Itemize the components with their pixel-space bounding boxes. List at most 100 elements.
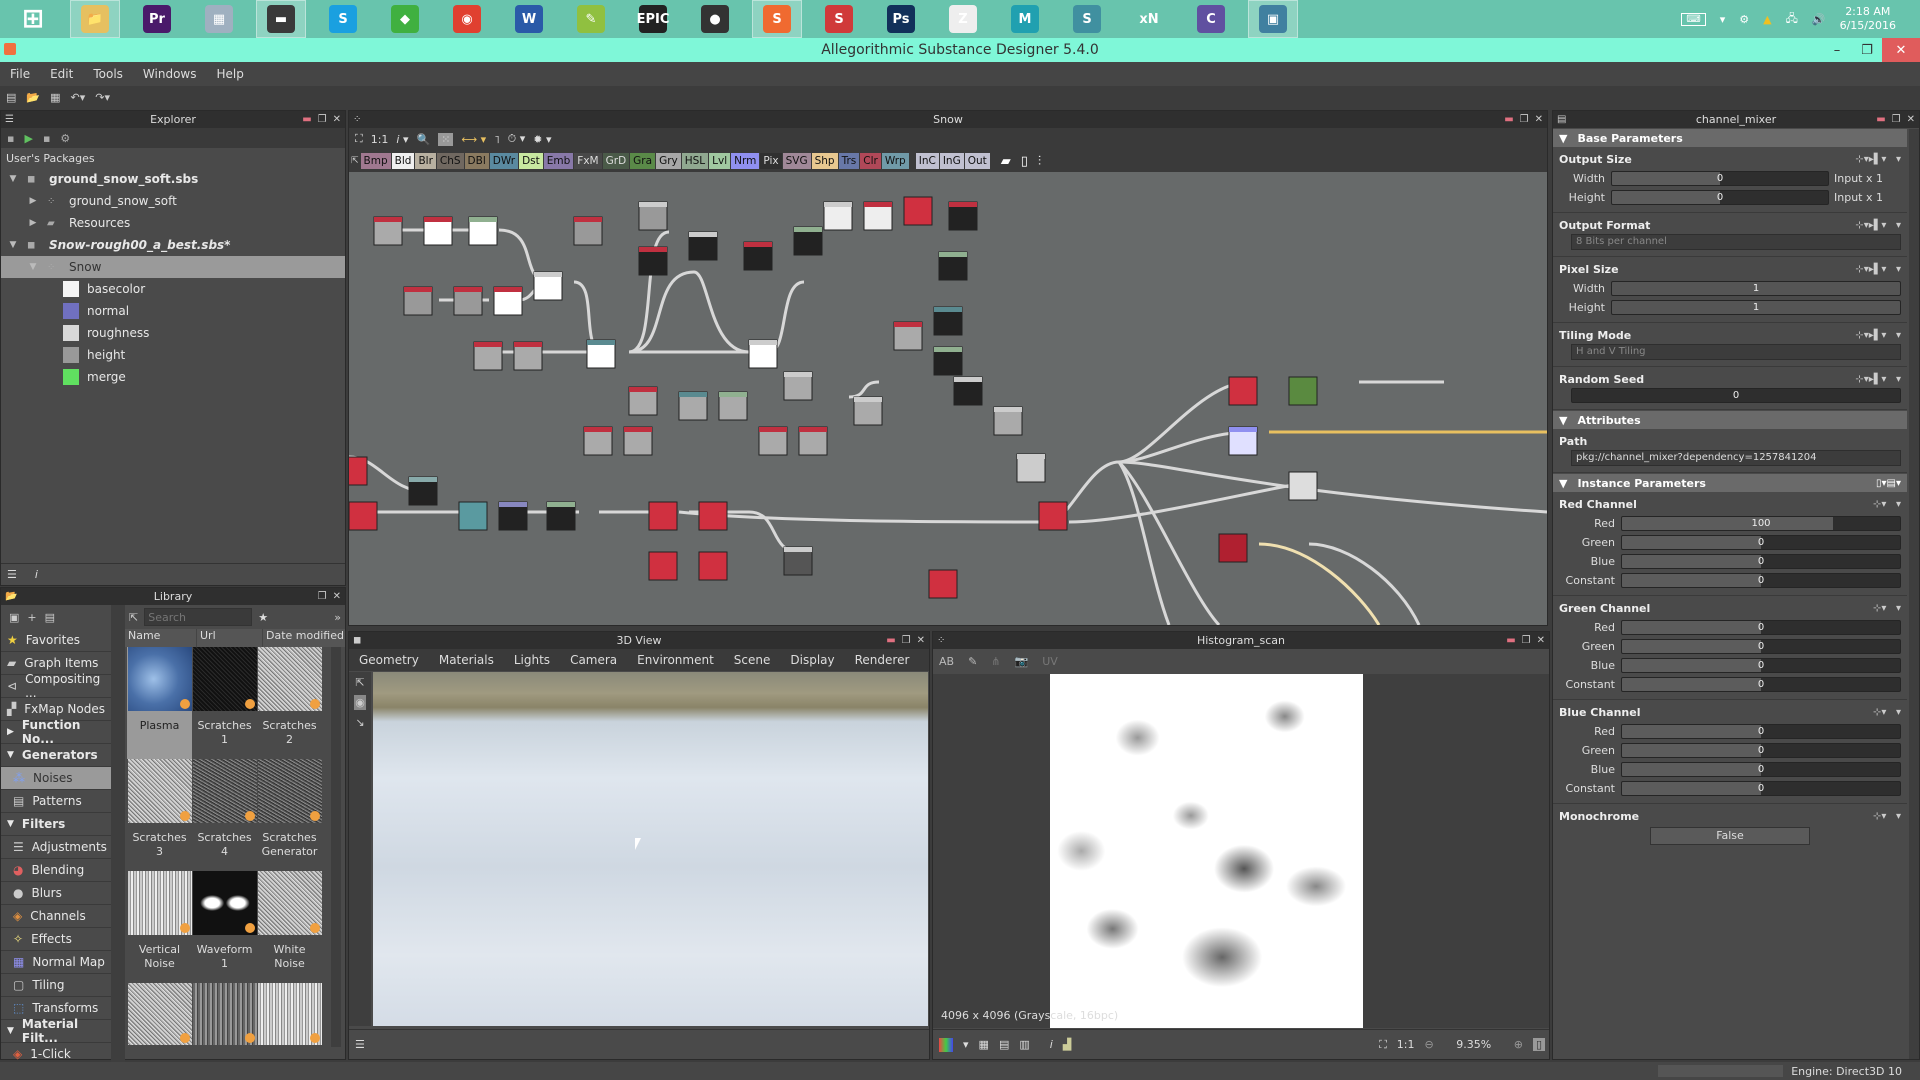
share-icon[interactable]: ⋔ bbox=[991, 655, 1000, 668]
explorer-tree-item[interactable]: roughness bbox=[1, 322, 345, 344]
graph-node[interactable] bbox=[458, 501, 488, 531]
color-picker-icon[interactable]: ▥ bbox=[1019, 1038, 1029, 1051]
fit-view-icon[interactable]: ⛶ bbox=[1379, 1038, 1387, 1052]
atomic-node-dst[interactable]: Dst bbox=[519, 153, 543, 169]
graph-node[interactable] bbox=[1218, 533, 1248, 563]
atomic-node-pix[interactable]: Pix bbox=[760, 153, 782, 169]
view3d-menu-lights[interactable]: Lights bbox=[514, 653, 550, 667]
taskbar-app-premiere-pro[interactable]: Pr bbox=[132, 0, 182, 38]
zoom-out-icon[interactable]: ⊖ bbox=[1425, 1038, 1434, 1051]
camera-icon[interactable]: ◉ bbox=[354, 695, 366, 710]
explorer-tree-item[interactable]: merge bbox=[1, 366, 345, 388]
float-icon[interactable]: ❐ bbox=[902, 635, 911, 646]
param-controls-icon[interactable]: ⊹▾ ▾ bbox=[1873, 707, 1901, 718]
volume-icon[interactable]: 🔊 bbox=[1812, 13, 1826, 26]
library-item[interactable] bbox=[257, 983, 322, 1053]
atomic-node-hsl[interactable]: HSL bbox=[681, 153, 709, 169]
channel-mix-slider[interactable]: 100 bbox=[1621, 515, 1901, 531]
library-category-material-filt[interactable]: ▼ Material Filt... bbox=[1, 1017, 111, 1045]
graph-node[interactable] bbox=[933, 346, 963, 376]
library-item[interactable]: Scratches Generator bbox=[257, 759, 322, 871]
frame-icon[interactable]: ▯ bbox=[1021, 154, 1028, 169]
link-style-icon[interactable]: ⟷ ▾ bbox=[461, 133, 486, 146]
explorer-tree-item[interactable]: height bbox=[1, 344, 345, 366]
menu-windows[interactable]: Windows bbox=[143, 67, 197, 81]
search-icon[interactable]: 🔍 bbox=[416, 133, 430, 146]
taskbar-app-substance-painter[interactable]: S bbox=[814, 0, 864, 38]
close-panel-icon[interactable]: ✕ bbox=[1907, 114, 1915, 125]
popout-icon[interactable]: ⇱ bbox=[355, 676, 364, 689]
save-icon[interactable]: ▪ bbox=[7, 132, 14, 145]
channel-mix-slider[interactable]: 0 bbox=[1621, 553, 1901, 569]
taskbar-app-monkey-app[interactable]: ● bbox=[690, 0, 740, 38]
atomic-node-emb[interactable]: Emb bbox=[543, 153, 574, 169]
pin-icon[interactable]: ▬ bbox=[1504, 114, 1513, 125]
library-category-generators[interactable]: ▼ Generators bbox=[1, 744, 111, 767]
zoom-1-1-button[interactable]: 1:1 bbox=[371, 133, 389, 146]
explorer-tree-item[interactable]: ▶ ⁘ ground_snow_soft bbox=[1, 190, 345, 212]
graph-node[interactable] bbox=[933, 306, 963, 336]
settings-tray-icon[interactable]: ⚙ bbox=[1739, 13, 1749, 26]
graph-node[interactable] bbox=[893, 321, 923, 351]
light-icon[interactable]: ↘ bbox=[355, 716, 364, 729]
graph-node[interactable] bbox=[573, 216, 603, 246]
close-panel-icon[interactable]: ✕ bbox=[917, 635, 925, 646]
graph-node[interactable] bbox=[648, 501, 678, 531]
taskbar-app-media-app[interactable]: ▬ bbox=[256, 0, 306, 38]
column-url[interactable]: Url bbox=[197, 629, 263, 647]
channel-mix-slider[interactable]: 0 bbox=[1621, 761, 1901, 777]
library-category-favorites[interactable]: ★ Favorites bbox=[1, 629, 111, 652]
library-category-channels[interactable]: ◈ Channels bbox=[1, 905, 111, 928]
graph-node[interactable] bbox=[758, 426, 788, 456]
taskbar-app-photo-viewer[interactable]: ▣ bbox=[1248, 0, 1298, 38]
graph-node[interactable] bbox=[468, 216, 498, 246]
graph-node[interactable] bbox=[863, 201, 893, 231]
taskbar-app-epic-games[interactable]: EPIC bbox=[628, 0, 678, 38]
pixel-height-field[interactable]: 1 bbox=[1611, 299, 1901, 315]
save-all-icon[interactable]: ▦ bbox=[50, 91, 60, 104]
channel-mix-slider[interactable]: 0 bbox=[1621, 534, 1901, 550]
float-icon[interactable]: ❐ bbox=[318, 591, 327, 602]
taskbar-app-notepad-plus-plus[interactable]: ✎ bbox=[566, 0, 616, 38]
atomic-node-svg[interactable]: SVG bbox=[782, 153, 811, 169]
graph-node[interactable] bbox=[688, 231, 718, 261]
snapshot-icon[interactable]: 📷 bbox=[1015, 655, 1029, 668]
redo-icon[interactable]: ↷▾ bbox=[95, 91, 110, 104]
library-item[interactable] bbox=[192, 983, 257, 1053]
output-width-slider[interactable]: 0 bbox=[1611, 170, 1829, 186]
graph-node[interactable] bbox=[783, 371, 813, 401]
graph-node[interactable] bbox=[373, 216, 403, 246]
clock[interactable]: 2:18 AM 6/15/2016 bbox=[1840, 5, 1896, 33]
info-icon[interactable]: i bbox=[35, 568, 38, 581]
float-icon[interactable]: ❐ bbox=[1520, 114, 1529, 125]
atomic-node-nrm[interactable]: Nrm bbox=[731, 153, 760, 169]
channel-mix-slider[interactable]: 0 bbox=[1621, 723, 1901, 739]
graph-node[interactable] bbox=[493, 286, 523, 316]
library-categories-scrollbar[interactable] bbox=[111, 605, 125, 1066]
undo-icon[interactable]: ↶▾ bbox=[71, 91, 86, 104]
graph-node[interactable] bbox=[1288, 376, 1318, 406]
graph-node[interactable] bbox=[453, 286, 483, 316]
minimize-button[interactable]: – bbox=[1822, 38, 1852, 62]
atomic-node-ing[interactable]: InG bbox=[939, 153, 964, 169]
keyboard-icon[interactable]: ⌨ bbox=[1681, 12, 1706, 26]
library-category-patterns[interactable]: ▤ Patterns bbox=[1, 790, 111, 813]
taskbar-app-green-app[interactable]: ◆ bbox=[380, 0, 430, 38]
favorite-star-icon[interactable]: ★ bbox=[258, 611, 268, 624]
param-controls-icon[interactable]: ⊹▾▸▌▾ ▾ bbox=[1855, 154, 1901, 165]
channel-mix-slider[interactable]: 0 bbox=[1621, 780, 1901, 796]
graph-node[interactable] bbox=[533, 271, 563, 301]
channel-mix-slider[interactable]: 0 bbox=[1621, 742, 1901, 758]
zoom-ratio-button[interactable]: 1:1 bbox=[1397, 1038, 1415, 1051]
atomic-node-out[interactable]: Out bbox=[964, 153, 990, 169]
param-controls-icon[interactable]: ⊹▾▸▌▾ ▾ bbox=[1855, 264, 1901, 275]
atomic-node-grd[interactable]: GrD bbox=[602, 153, 630, 169]
external-link-icon[interactable]: ⇱ bbox=[129, 611, 138, 624]
graph-canvas[interactable] bbox=[349, 172, 1547, 625]
param-controls-icon[interactable]: ⊹▾▸▌▾ ▾ bbox=[1855, 220, 1901, 231]
explorer-tree-item[interactable]: normal bbox=[1, 300, 345, 322]
taskbar-app-clip-app[interactable]: C bbox=[1186, 0, 1236, 38]
pixel-width-field[interactable]: 1 bbox=[1611, 280, 1901, 296]
channel-mix-slider[interactable]: 0 bbox=[1621, 676, 1901, 692]
comment-icon[interactable]: ▰ bbox=[1001, 154, 1011, 169]
